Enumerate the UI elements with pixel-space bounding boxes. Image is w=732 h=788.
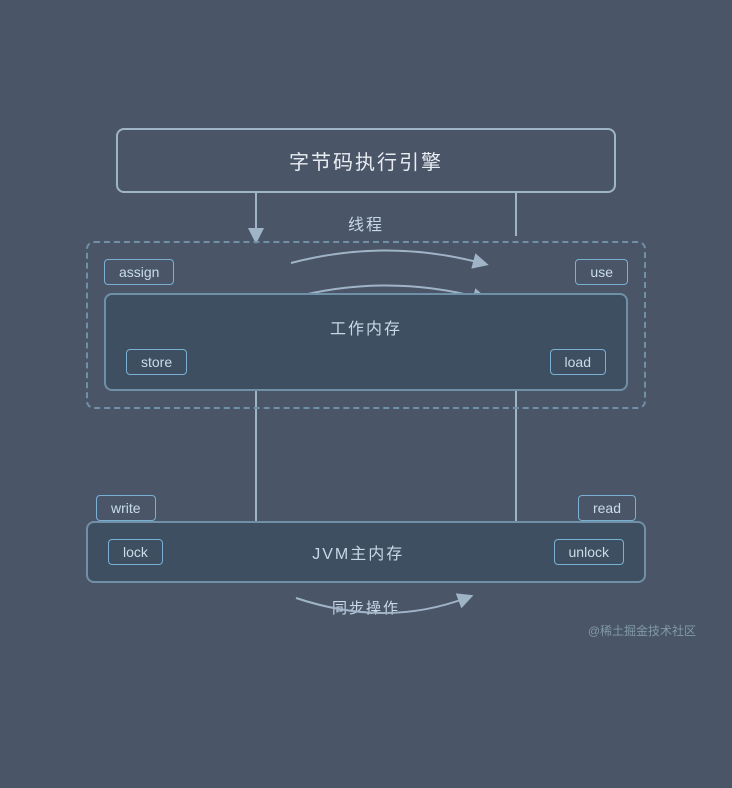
bytecode-engine-box: 字节码执行引擎	[116, 128, 616, 193]
bytecode-section: 字节码执行引擎	[26, 108, 706, 193]
use-button: use	[575, 259, 628, 285]
working-memory-label: 工作内存	[126, 315, 606, 339]
bytecode-engine-label: 字节码执行引擎	[289, 152, 443, 174]
lock-button: lock	[108, 539, 163, 565]
jvm-wrapper: write read lock JVM主内存 unlock	[26, 479, 706, 583]
load-button: load	[550, 349, 606, 375]
read-button: read	[578, 495, 636, 521]
sync-label: 同步操作	[26, 597, 706, 618]
unlock-button: unlock	[554, 539, 624, 565]
store-load-row: store load	[126, 349, 606, 375]
jvm-main-memory-label: JVM主内存	[312, 540, 404, 564]
jvm-inner-row: lock JVM主内存 unlock	[108, 539, 624, 565]
write-read-row: write read	[86, 495, 646, 521]
jvm-section: write read lock JVM主内存 unlock	[86, 495, 646, 583]
thread-section: 线程 assign use 工作内存 store load	[86, 211, 646, 409]
arrow-spacer	[26, 409, 706, 479]
watermark: @稀土掘金技术社区	[26, 622, 706, 639]
jvm-box: lock JVM主内存 unlock	[86, 521, 646, 583]
working-memory-box: 工作内存 store load	[104, 293, 628, 391]
store-button: store	[126, 349, 187, 375]
thread-dashed-box: assign use 工作内存 store load	[86, 241, 646, 409]
thread-wrapper: 线程 assign use 工作内存 store load	[26, 211, 706, 409]
write-button: write	[96, 495, 156, 521]
diagram: 字节码执行引擎 线程 assign use 工作内存 store load	[26, 108, 706, 639]
assign-button: assign	[104, 259, 174, 285]
assign-use-row: assign use	[104, 259, 628, 285]
thread-label: 线程	[86, 211, 646, 235]
